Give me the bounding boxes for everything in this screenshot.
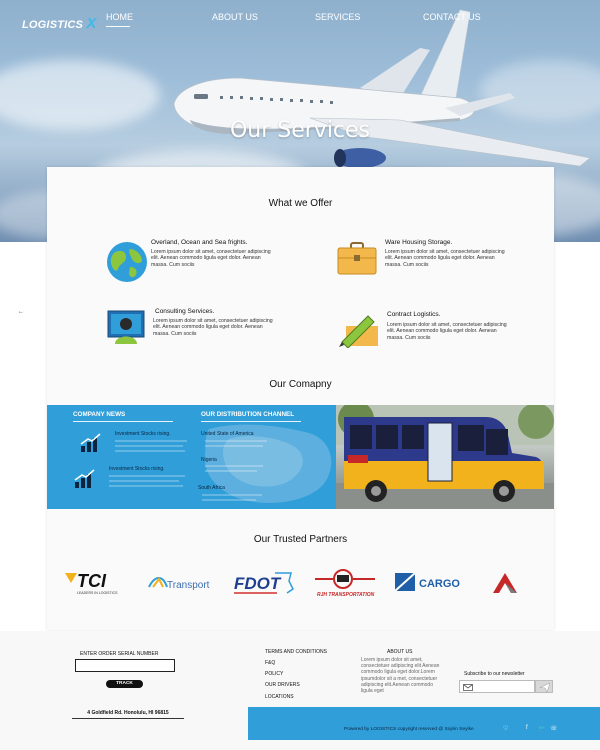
divider [201, 421, 301, 422]
partner-transport-name: Transport [167, 580, 210, 591]
company-panel: COMPANY NEWS Investment Stocks rising. I… [47, 405, 554, 509]
bus-image [336, 405, 554, 509]
partner-cargo-name: CARGO [419, 578, 460, 590]
facebook-icon[interactable]: f [526, 725, 528, 731]
offer-item-text: Lorem ipsum dolor sit amet, consectetuer… [151, 249, 271, 268]
offer-item-title: Ware Housing Storage. [385, 239, 453, 246]
send-icon [540, 683, 550, 692]
partners-title: Our Trusted Partners [253, 534, 348, 545]
briefcase-icon [337, 242, 377, 275]
top-navigation: LOGISTICS X HOME ABOUT US SERVICES CONTA… [0, 10, 600, 32]
side-arrow-icon: ← [18, 309, 24, 315]
company-news-heading: COMPANY NEWS [73, 411, 126, 418]
partner-tci-name: TCI [77, 571, 107, 591]
heart-icon[interactable]: ♡ [503, 725, 508, 732]
nav-about-us[interactable]: ABOUT US [212, 12, 258, 22]
news-item-title[interactable]: Investment Stocks rising. [109, 466, 165, 472]
mail-icon [463, 684, 473, 691]
monitor-user-icon [107, 310, 145, 344]
footer-about-heading: ABOUT US [387, 649, 413, 655]
newsletter-label: Subscribe to our newsletter [464, 671, 525, 677]
bus-photo [336, 405, 554, 509]
nav-services[interactable]: SERVICES [315, 12, 360, 22]
region-south-africa: South Africa [198, 485, 225, 491]
copyright-text: Powered by LOGISTICS copyright reserved … [344, 727, 474, 732]
serial-label: ENTER ORDER SERIAL NUMBER [80, 651, 159, 657]
distribution-heading: OUR DISTRIBUTION CHANNEL [201, 411, 295, 418]
partner-rjh-name: RJH TRANSPORTATION [317, 592, 375, 598]
footer-address: 4 Goldfield Rd. Honolulu, HI 96815 [72, 710, 184, 719]
partner-tci-tagline: LEADERS IN LOGISTICS [77, 591, 118, 595]
offer-item-text: Lorem ipsum dolor sit amet, consectetuer… [153, 318, 273, 337]
news-item-title[interactable]: Investment Stocks rising. [115, 431, 171, 437]
offer-item-title: Overland, Ocean and Sea frights. [151, 239, 248, 246]
nav-home[interactable]: HOME [106, 12, 133, 22]
company-info-panel: COMPANY NEWS Investment Stocks rising. I… [47, 405, 336, 509]
company-title: Our Comapny [269, 379, 332, 390]
footer-about-text: Lorem ipsum dolor sit amet, consectetuer… [361, 657, 440, 695]
footer-link-locations[interactable]: LOCATIONS [265, 694, 294, 700]
nav-active-indicator [106, 26, 130, 27]
globe-icon [107, 242, 147, 282]
bar-chart-icon [80, 433, 101, 452]
offer-item-title: Consulting Services. [155, 308, 215, 315]
partner-a-name: A [487, 567, 488, 568]
serial-number-input[interactable] [75, 659, 175, 672]
bar-chart-icon [74, 469, 95, 488]
newsletter-send-button[interactable] [535, 680, 553, 693]
offer-title: What we Offer [268, 198, 333, 209]
content-card: What we Offer Overland, Ocean and Sea fr… [47, 167, 554, 630]
partner-logo-fdot[interactable]: FDOT [233, 567, 297, 599]
footer-link-drivers[interactable]: OUR DRIVERS [265, 682, 300, 688]
twitter-icon[interactable]: 🐦 [538, 725, 545, 732]
partner-fdot-name: FDOT [234, 574, 282, 593]
offer-item-text: Lorem ipsum dolor sit amet, consectetuer… [387, 322, 507, 341]
offer-item-text: Lorem ipsum dolor sit amet, consectetuer… [385, 249, 505, 268]
region-usa: United State of America [201, 431, 254, 437]
page-title: Our Services [229, 118, 371, 143]
partner-logo-cargo[interactable]: CARGO [393, 567, 463, 599]
track-button[interactable]: TRACK [106, 680, 143, 688]
region-nigeria: Nigeria [201, 457, 217, 463]
partner-logo-tci[interactable]: TCI LEADERS IN LOGISTICS [63, 567, 133, 599]
partner-logo-a[interactable]: A [487, 567, 527, 599]
brand-logo[interactable]: LOGISTICS X [22, 15, 97, 32]
footer-link-policy[interactable]: POLICY [265, 671, 283, 677]
pen-contract-icon [339, 315, 378, 348]
nav-contact-us[interactable]: CONTACT US [423, 12, 481, 22]
airplane-image [173, 9, 591, 168]
footer-link-faq[interactable]: F&Q [265, 660, 275, 666]
phone-icon[interactable]: ☏ [550, 725, 558, 732]
footer-link-terms[interactable]: TERMS AND CONDITIONS [265, 649, 327, 655]
partner-logo-transport[interactable]: Transport [147, 567, 217, 599]
footer: ENTER ORDER SERIAL NUMBER TRACK 4 Goldfi… [0, 631, 600, 750]
offer-item-title: Contract Logistics. [387, 311, 441, 318]
newsletter-email-input[interactable] [459, 680, 535, 693]
copyright-bar: Powered by LOGISTICS copyright reserved … [248, 707, 600, 740]
divider [73, 421, 173, 422]
partner-logo-rjh[interactable]: RJH TRANSPORTATION [313, 567, 377, 599]
